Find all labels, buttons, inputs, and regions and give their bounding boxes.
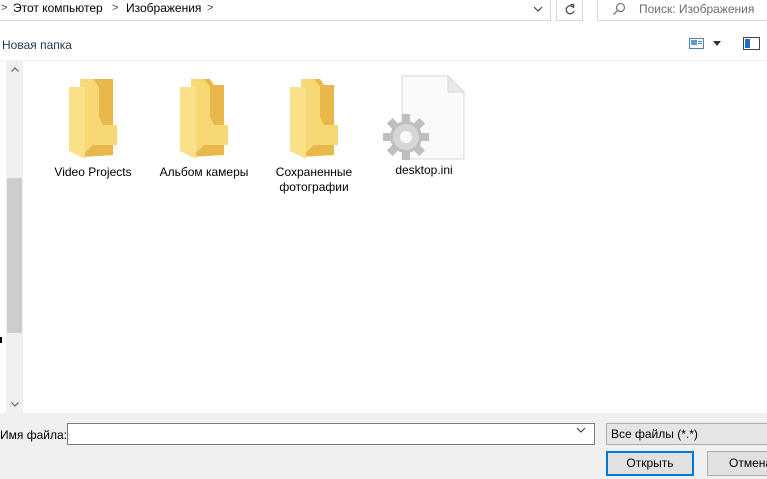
dialog-footer: Имя файла: Все файлы (*.*) Открыть Отмен…: [0, 413, 767, 479]
cancel-button[interactable]: Отмена: [707, 451, 767, 476]
refresh-button[interactable]: [556, 0, 583, 21]
new-folder-button[interactable]: Новая папка: [2, 37, 72, 53]
file-type-value: Все файлы (*.*): [611, 427, 698, 441]
address-bar[interactable]: > Этот компьютер > Изображения >: [0, 0, 551, 21]
folder-icon: [290, 79, 338, 159]
chevron-up-icon: [10, 67, 19, 72]
preview-pane-icon: [743, 37, 760, 50]
breadcrumb-pictures[interactable]: Изображения: [126, 0, 201, 16]
search-input[interactable]: Поиск: Изображения: [639, 1, 754, 17]
file-item-folder[interactable]: Сохраненные фотографии: [264, 77, 364, 195]
view-options-arrow-icon[interactable]: [713, 41, 721, 46]
settings-file-icon: [383, 75, 466, 160]
filename-label: Имя файла:: [0, 428, 67, 442]
file-name: Video Projects: [54, 165, 132, 179]
toolbar: Новая папка: [0, 29, 767, 61]
file-name: Альбом камеры: [159, 165, 249, 179]
scroll-down-button[interactable]: [6, 396, 23, 413]
breadcrumb-this-pc[interactable]: Этот компьютер: [13, 0, 103, 16]
address-history-button[interactable]: [526, 0, 550, 18]
file-item-folder[interactable]: Video Projects: [43, 77, 143, 180]
chevron-down-icon: [533, 6, 543, 12]
file-item-folder[interactable]: Альбом камеры: [154, 77, 254, 180]
breadcrumb-separator[interactable]: >: [112, 0, 118, 16]
address-row: > Этот компьютер > Изображения > Поиск: …: [0, 0, 767, 24]
view-icon: [689, 38, 704, 49]
folder-icon: [69, 79, 117, 159]
nav-item-marker: [0, 337, 2, 343]
divider: [550, 0, 551, 21]
preview-pane-button[interactable]: [743, 37, 761, 51]
breadcrumb-separator: >: [1, 2, 8, 14]
filename-input[interactable]: [67, 423, 595, 445]
file-type-select[interactable]: Все файлы (*.*): [606, 423, 767, 445]
refresh-icon: [565, 3, 575, 15]
file-item-settings[interactable]: desktop.ini: [374, 75, 474, 178]
scroll-up-button[interactable]: [6, 61, 23, 78]
search-icon: [613, 2, 626, 15]
navigation-scrollbar[interactable]: [6, 61, 23, 413]
scrollbar-thumb[interactable]: [7, 178, 22, 333]
chevron-down-icon[interactable]: [576, 427, 586, 433]
change-view-button[interactable]: [689, 37, 705, 51]
open-button[interactable]: Открыть: [606, 451, 694, 476]
file-name: Сохраненные фотографии: [275, 165, 353, 194]
breadcrumb-separator[interactable]: >: [207, 0, 213, 16]
folder-icon: [180, 79, 228, 159]
chevron-down-icon: [10, 402, 19, 407]
search-box[interactable]: Поиск: Изображения: [597, 0, 767, 21]
file-name: desktop.ini: [395, 163, 453, 177]
